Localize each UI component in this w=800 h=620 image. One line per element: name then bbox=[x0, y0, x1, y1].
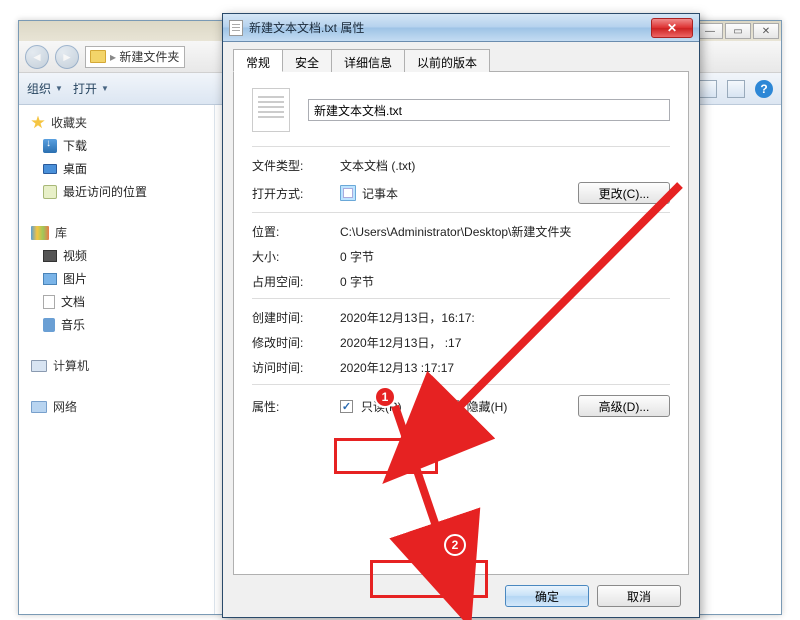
annotation-arrows bbox=[0, 0, 800, 620]
